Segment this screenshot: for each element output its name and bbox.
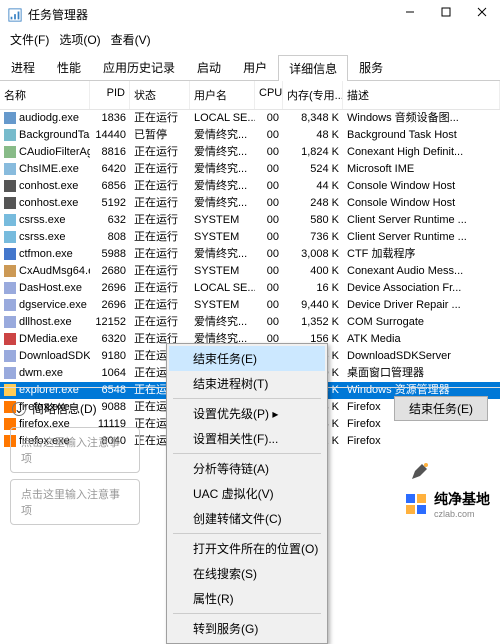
context-menu-item[interactable]: 打开文件所在的位置(O) bbox=[169, 536, 325, 561]
watermark-text: 纯净基地 bbox=[434, 489, 490, 509]
end-task-button[interactable]: 结束任务(E) bbox=[394, 396, 488, 421]
submenu-arrow-icon: ▸ bbox=[269, 407, 278, 421]
tab-进程[interactable]: 进程 bbox=[0, 54, 46, 80]
context-menu-item[interactable]: 创建转储文件(C) bbox=[169, 506, 325, 531]
context-menu-item[interactable]: 结束进程树(T) bbox=[169, 371, 325, 396]
watermark: 纯净基地 czlab.com bbox=[404, 489, 490, 519]
tab-性能[interactable]: 性能 bbox=[46, 54, 92, 80]
maximize-button[interactable] bbox=[428, 0, 464, 24]
table-row[interactable]: BackgroundTaskH...14440已暂停爱情终究...0048 KB… bbox=[0, 127, 500, 144]
note-input-2[interactable]: 点击这里输入注意事项 bbox=[10, 479, 140, 525]
col-status[interactable]: 状态 bbox=[130, 81, 190, 109]
table-row[interactable]: ctfmon.exe5988正在运行爱情终究...003,008 KCTF 加载… bbox=[0, 246, 500, 263]
menu-separator bbox=[173, 398, 321, 399]
tab-应用历史记录[interactable]: 应用历史记录 bbox=[92, 54, 186, 80]
col-desc[interactable]: 描述 bbox=[343, 81, 500, 109]
menu-separator bbox=[173, 613, 321, 614]
menubar: 文件(F)选项(O)查看(V) bbox=[0, 29, 500, 54]
col-cpu[interactable]: CPU bbox=[255, 81, 283, 109]
context-menu-item[interactable]: 在线搜索(S) bbox=[169, 561, 325, 586]
note-input-1[interactable]: 点击这里输入注意事项 bbox=[10, 427, 140, 473]
app-icon bbox=[8, 8, 22, 22]
table-row[interactable]: conhost.exe5192正在运行爱情终究...00248 KConsole… bbox=[0, 195, 500, 212]
watermark-icon bbox=[404, 492, 428, 516]
context-menu-item[interactable]: UAC 虚拟化(V) bbox=[169, 481, 325, 506]
context-menu-item[interactable]: 设置相关性(F)... bbox=[169, 426, 325, 451]
table-row[interactable]: csrss.exe808正在运行SYSTEM00736 KClient Serv… bbox=[0, 229, 500, 246]
tab-详细信息[interactable]: 详细信息 bbox=[278, 55, 348, 81]
tab-服务[interactable]: 服务 bbox=[348, 54, 394, 80]
context-menu-item[interactable]: 属性(R) bbox=[169, 586, 325, 611]
minimize-button[interactable] bbox=[392, 0, 428, 24]
table-row[interactable]: audiodg.exe1836正在运行LOCAL SE...008,348 KW… bbox=[0, 110, 500, 127]
col-name[interactable]: 名称 bbox=[0, 81, 90, 109]
table-row[interactable]: DasHost.exe2696正在运行LOCAL SE...0016 KDevi… bbox=[0, 280, 500, 297]
table-row[interactable]: CAudioFilterAgent...8816正在运行爱情终究...001,8… bbox=[0, 144, 500, 161]
col-user[interactable]: 用户名 bbox=[190, 81, 255, 109]
table-row[interactable]: dgservice.exe2696正在运行SYSTEM009,440 KDevi… bbox=[0, 297, 500, 314]
context-menu-item[interactable]: 转到服务(G) bbox=[169, 616, 325, 641]
col-pid[interactable]: PID bbox=[90, 81, 130, 109]
context-menu-item[interactable]: 设置优先级(P) ▸ bbox=[169, 401, 325, 426]
pen-tool-icon bbox=[410, 461, 430, 481]
watermark-sub: czlab.com bbox=[434, 509, 490, 519]
context-menu: 结束任务(E)结束进程树(T) 设置优先级(P) ▸设置相关性(F)... 分析等待… bbox=[166, 343, 328, 644]
table-row[interactable]: CxAudMsg64.exe2680正在运行SYSTEM00400 KConex… bbox=[0, 263, 500, 280]
menu-separator bbox=[173, 533, 321, 534]
chevron-down-icon: ⌄ bbox=[12, 402, 26, 416]
context-menu-item[interactable]: 结束任务(E) bbox=[169, 346, 325, 371]
tab-启动[interactable]: 启动 bbox=[186, 54, 232, 80]
table-row[interactable]: conhost.exe6856正在运行爱情终究...0044 KConsole … bbox=[0, 178, 500, 195]
column-headers: 名称 PID 状态 用户名 CPU 内存(专用... 描述 bbox=[0, 81, 500, 110]
table-row[interactable]: csrss.exe632正在运行SYSTEM00580 KClient Serv… bbox=[0, 212, 500, 229]
menu-item-0[interactable]: 文件(F) bbox=[6, 29, 53, 50]
table-row[interactable]: dllhost.exe12152正在运行爱情终究...001,352 KCOM … bbox=[0, 314, 500, 331]
window-controls bbox=[392, 0, 500, 24]
menu-item-2[interactable]: 查看(V) bbox=[107, 29, 155, 50]
tabstrip: 进程性能应用历史记录启动用户详细信息服务 bbox=[0, 54, 500, 81]
simple-info-toggle[interactable]: ⌄简略信息(D) bbox=[12, 400, 97, 417]
menu-item-1[interactable]: 选项(O) bbox=[55, 29, 104, 50]
table-row[interactable]: ChsIME.exe6420正在运行爱情终究...00524 KMicrosof… bbox=[0, 161, 500, 178]
context-menu-item[interactable]: 分析等待链(A) bbox=[169, 456, 325, 481]
close-button[interactable] bbox=[464, 0, 500, 24]
menu-separator bbox=[173, 453, 321, 454]
tab-用户[interactable]: 用户 bbox=[232, 54, 278, 80]
col-mem[interactable]: 内存(专用... bbox=[283, 81, 343, 109]
